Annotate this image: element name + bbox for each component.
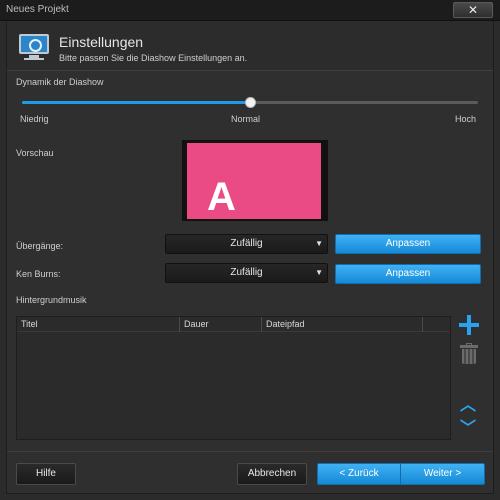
transitions-customize-button[interactable]: Anpassen xyxy=(335,234,481,254)
music-table[interactable]: Titel Dauer Dateipfad xyxy=(16,316,451,440)
title-bar: Neues Projekt ✕ xyxy=(0,0,500,21)
kenburns-select[interactable]: Zufällig ▼ xyxy=(165,263,328,283)
transitions-select[interactable]: Zufällig ▼ xyxy=(165,234,328,254)
plus-icon[interactable] xyxy=(459,315,479,335)
dynamics-slider-fill xyxy=(22,101,250,104)
next-button[interactable]: Weiter > xyxy=(400,463,485,485)
column-header-filepath[interactable]: Dateipfad xyxy=(262,317,423,332)
page-title: Einstellungen xyxy=(59,34,144,50)
transitions-label: Übergänge: xyxy=(16,241,64,251)
dynamics-max-label: Hoch xyxy=(455,114,477,124)
dynamics-label: Dynamik der Diashow xyxy=(16,77,104,87)
preview-letter: A xyxy=(207,175,236,219)
close-icon: ✕ xyxy=(467,3,479,17)
preview-label: Vorschau xyxy=(16,148,54,158)
music-table-header: Titel Dauer Dateipfad xyxy=(17,317,450,332)
dynamics-mid-label: Normal xyxy=(231,114,261,124)
transitions-select-value: Zufällig xyxy=(230,238,263,249)
dialog-window: Einstellungen Bitte passen Sie die Diash… xyxy=(6,21,494,494)
monitor-icon xyxy=(19,34,49,62)
column-header-title[interactable]: Titel xyxy=(17,317,180,332)
footer-divider xyxy=(7,451,493,452)
kenburns-select-value: Zufällig xyxy=(230,267,263,278)
preview-slide: A xyxy=(187,143,321,219)
kenburns-label: Ken Burns: xyxy=(16,269,61,279)
page-subtitle: Bitte passen Sie die Diashow Einstellung… xyxy=(59,53,248,63)
back-button[interactable]: < Zurück xyxy=(317,463,401,485)
close-button[interactable]: ✕ xyxy=(453,2,493,18)
column-header-duration[interactable]: Dauer xyxy=(180,317,262,332)
dynamics-slider-thumb[interactable] xyxy=(245,97,256,108)
help-button[interactable]: Hilfe xyxy=(16,463,76,485)
chevron-down-icon[interactable]: ﹀ xyxy=(460,421,476,437)
chevron-down-icon: ▼ xyxy=(315,239,323,248)
preview-thumbnail: A xyxy=(182,140,328,221)
chevron-up-icon[interactable]: ︿ xyxy=(460,398,476,414)
dynamics-min-label: Niedrig xyxy=(20,114,49,124)
kenburns-customize-button[interactable]: Anpassen xyxy=(335,264,481,284)
chevron-down-icon: ▼ xyxy=(315,268,323,277)
music-label: Hintergrundmusik xyxy=(16,295,87,305)
cancel-button[interactable]: Abbrechen xyxy=(237,463,307,485)
window-title: Neues Projekt xyxy=(6,4,69,15)
dialog-header: Einstellungen Bitte passen Sie die Diash… xyxy=(7,21,493,71)
trash-icon[interactable] xyxy=(460,343,478,365)
